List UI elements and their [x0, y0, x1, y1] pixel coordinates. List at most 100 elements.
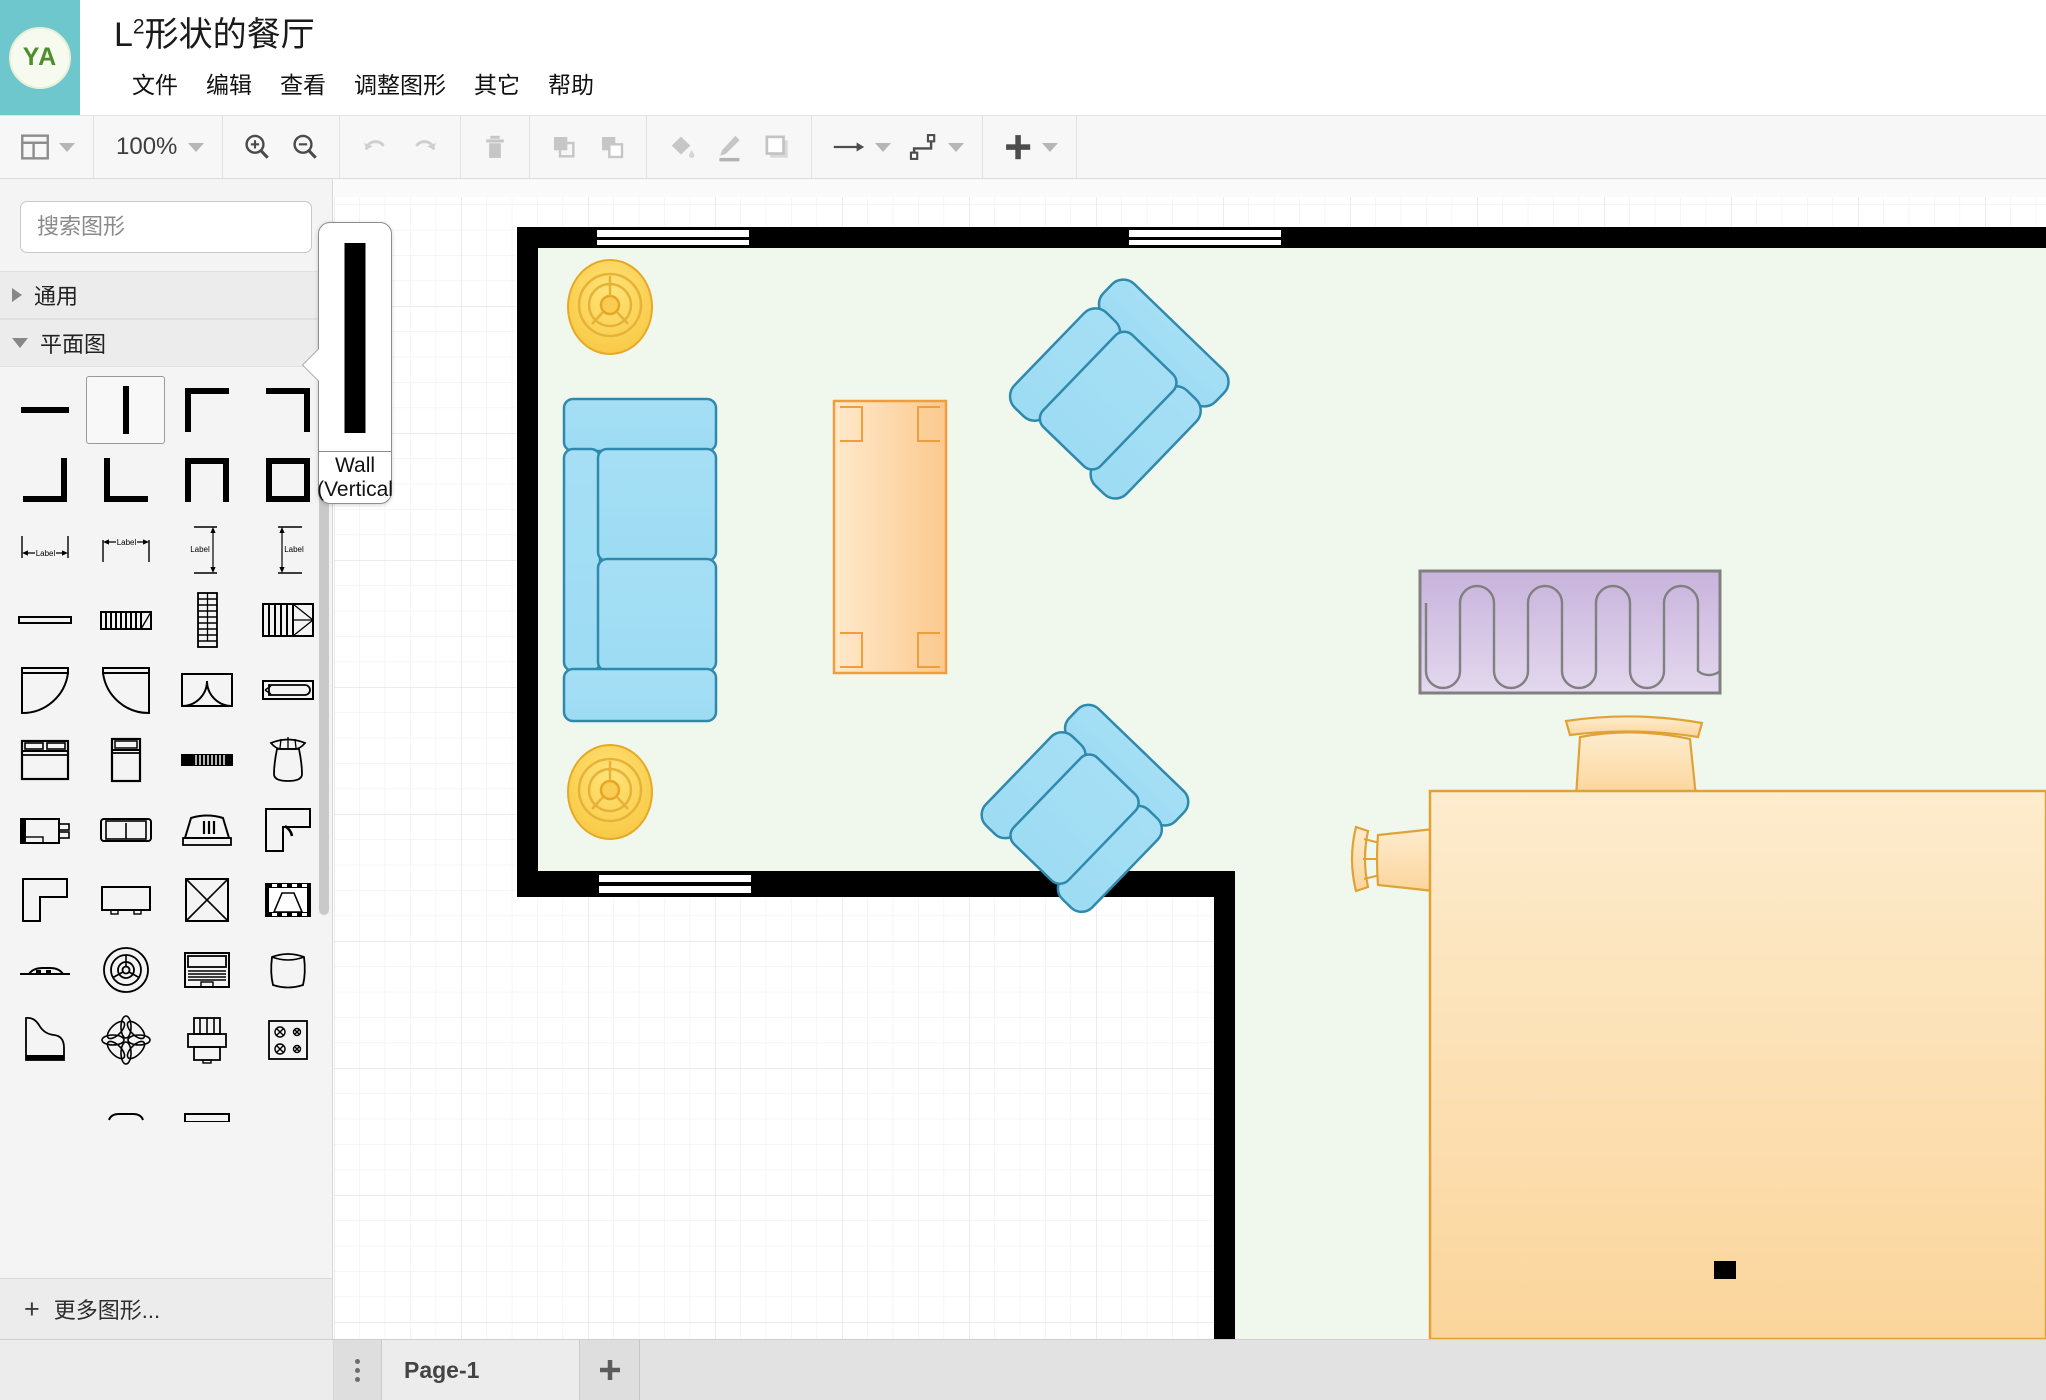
shape-door-right-swing[interactable] — [86, 656, 165, 724]
canvas-top-edge — [334, 179, 2046, 197]
add-page-button[interactable] — [580, 1340, 640, 1400]
shape-wall-corner-bottom-left[interactable] — [86, 446, 165, 514]
document-title-rest: 形状的餐厅 — [144, 16, 315, 54]
toolbar-group-view — [0, 116, 94, 178]
ceiling-fan-lower — [567, 744, 653, 840]
drawing-canvas[interactable] — [334, 179, 2046, 1339]
sidebar-section-floorplan[interactable]: 平面图 — [0, 319, 332, 367]
connection-arrow-caret[interactable] — [875, 142, 892, 152]
more-shapes-button[interactable]: + 更多图形... — [0, 1278, 332, 1339]
window-top-1 — [597, 227, 749, 248]
canvas-svg[interactable] — [334, 179, 2046, 1339]
dining-chair-top — [1564, 715, 1704, 799]
fill-color-button[interactable] — [657, 115, 705, 179]
shape-counter-corner[interactable] — [248, 796, 327, 864]
shape-projector-screen[interactable] — [248, 866, 327, 934]
shape-tv-set[interactable] — [5, 796, 84, 864]
shape-armchair-front[interactable] — [167, 1006, 246, 1074]
shape-pouf-round[interactable] — [248, 936, 327, 1004]
shape-partial-row-cell-3[interactable] — [167, 1076, 246, 1144]
shape-bed-double[interactable] — [5, 726, 84, 794]
waypoints-button[interactable] — [899, 115, 972, 179]
delete-button[interactable] — [471, 115, 519, 179]
shape-wall-vertical[interactable] — [86, 376, 165, 444]
menu-extras[interactable]: 其它 — [460, 62, 534, 104]
sidebar-section-general[interactable]: 通用 — [0, 271, 332, 319]
shape-plant-flower[interactable] — [86, 1006, 165, 1074]
svg-text:Label: Label — [190, 545, 210, 554]
shape-wall-horizontal[interactable] — [5, 376, 84, 444]
connection-arrow-button[interactable] — [822, 115, 899, 179]
shape-preview-graphic — [319, 223, 391, 451]
shape-partial-row-cell-2[interactable] — [86, 1076, 165, 1144]
shape-partial-row-cell-1[interactable] — [5, 1076, 84, 1144]
shape-bench-low[interactable] — [5, 936, 84, 1004]
page-tab-label: Page-1 — [404, 1356, 480, 1383]
panel-layout-icon — [21, 134, 49, 160]
shape-wall-square[interactable] — [248, 446, 327, 514]
shape-sofa-two-seat[interactable] — [86, 796, 165, 864]
shape-door-double-swing[interactable] — [167, 656, 246, 724]
menu-arrange[interactable]: 调整图形 — [340, 62, 460, 104]
shape-ceiling-fan[interactable] — [86, 936, 165, 1004]
menu-edit[interactable]: 编辑 — [192, 62, 266, 104]
menu-help[interactable]: 帮助 — [534, 62, 608, 104]
panel-layout-caret[interactable] — [59, 142, 75, 152]
shape-wall-corner-top-left[interactable] — [167, 376, 246, 444]
panel-layout-button[interactable] — [10, 115, 83, 179]
page-menu-button[interactable] — [334, 1340, 382, 1400]
shape-stairs-u-turn[interactable] — [248, 586, 327, 654]
shape-wall-corner-top-right[interactable] — [248, 376, 327, 444]
zoom-level-button[interactable]: 100% — [104, 115, 212, 179]
menu-file[interactable]: 文件 — [118, 62, 192, 104]
sofa-vertical — [562, 397, 718, 723]
zoom-out-button[interactable] — [281, 115, 329, 179]
shape-dimension-vertical-inner[interactable]: Label — [167, 516, 246, 584]
redo-button[interactable] — [400, 115, 450, 179]
shape-partial-row-cell-4[interactable] — [248, 1076, 327, 1144]
zoom-level-label: 100% — [116, 133, 178, 160]
zoom-in-icon — [245, 134, 270, 159]
shape-armchair-top[interactable] — [167, 796, 246, 864]
shape-laptop-open[interactable] — [167, 936, 246, 1004]
shape-counter-l-shape[interactable] — [5, 866, 84, 934]
svg-text:Label: Label — [35, 549, 55, 558]
shape-dimension-horizontal-outer[interactable]: Label — [86, 516, 165, 584]
curtain-right — [1418, 569, 1722, 695]
shape-stairs-vertical[interactable] — [167, 586, 246, 654]
shape-door-left-swing[interactable] — [5, 656, 84, 724]
insert-button[interactable] — [993, 115, 1066, 179]
waypoints-caret[interactable] — [948, 142, 965, 152]
shape-desk-rectangular[interactable] — [86, 866, 165, 934]
shape-dimension-vertical-outer[interactable]: Label — [248, 516, 327, 584]
search-input[interactable] — [21, 214, 332, 240]
shape-bed-single[interactable] — [86, 726, 165, 794]
document-title: L2形状的餐厅 — [114, 7, 315, 56]
shape-stove-four-burner[interactable] — [248, 1006, 327, 1074]
bring-to-front-button[interactable] — [540, 115, 588, 179]
shape-wall-corner-bottom-right[interactable] — [5, 446, 84, 514]
shape-door-sliding[interactable] — [248, 656, 327, 724]
main-toolbar: 100% — [0, 115, 2046, 179]
menu-view[interactable]: 查看 — [266, 62, 340, 104]
shape-dimension-horizontal-inner[interactable]: Label — [5, 516, 84, 584]
line-color-button[interactable] — [705, 115, 753, 179]
shadow-button[interactable] — [753, 115, 801, 179]
shape-stairs-horizontal[interactable] — [86, 586, 165, 654]
shape-square-crossed[interactable] — [167, 866, 246, 934]
app-logo[interactable]: YA — [0, 0, 80, 115]
shape-sofa-long[interactable] — [167, 726, 246, 794]
search-box[interactable] — [20, 201, 332, 253]
shape-wall-thin[interactable] — [5, 586, 84, 654]
shape-chair-rounded[interactable] — [248, 726, 327, 794]
zoom-level-caret[interactable] — [188, 142, 205, 152]
page-tab-page-1[interactable]: Page-1 — [382, 1340, 580, 1400]
toolbar-group-zoom-level: 100% — [94, 115, 224, 179]
shape-piano-grand[interactable] — [5, 1006, 84, 1074]
logo-initials: YA — [9, 26, 71, 89]
zoom-in-button[interactable] — [233, 115, 281, 179]
shape-wall-u-shape[interactable] — [167, 446, 246, 514]
send-to-back-button[interactable] — [588, 115, 636, 179]
insert-caret[interactable] — [1042, 142, 1059, 152]
undo-button[interactable] — [350, 115, 400, 179]
